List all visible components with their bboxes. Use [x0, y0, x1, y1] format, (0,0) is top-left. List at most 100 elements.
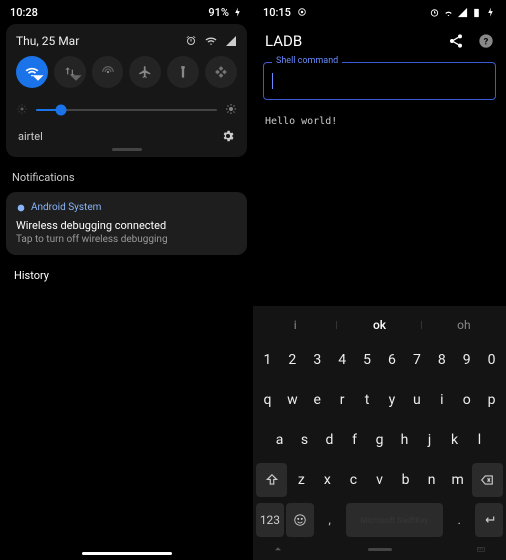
- qs-tile-data[interactable]: [54, 56, 86, 88]
- key-space[interactable]: Microsoft SwiftKey: [346, 503, 444, 537]
- key-q[interactable]: q: [256, 383, 279, 417]
- key-0[interactable]: 0: [480, 343, 503, 377]
- key-2[interactable]: 2: [281, 343, 304, 377]
- alarm-icon: [185, 35, 197, 47]
- shell-label: Shell command: [272, 56, 342, 66]
- qs-date: Thu, 25 Mar: [16, 34, 79, 48]
- history-button[interactable]: History: [0, 255, 253, 296]
- key-x[interactable]: x: [315, 463, 339, 497]
- status-time: 10:15: [263, 6, 291, 19]
- slider-thumb[interactable]: [56, 104, 67, 115]
- slider-track[interactable]: [36, 109, 217, 111]
- key-s[interactable]: s: [293, 423, 316, 457]
- svg-text:?: ?: [484, 36, 489, 47]
- bolt-icon: [485, 7, 496, 18]
- key-enter[interactable]: [475, 503, 503, 537]
- key-k[interactable]: k: [443, 423, 466, 457]
- key-shift[interactable]: [256, 463, 287, 497]
- status-time: 10:28: [10, 6, 38, 19]
- key-h[interactable]: h: [393, 423, 416, 457]
- signal-icon: [457, 7, 468, 18]
- key-period[interactable]: .: [445, 503, 473, 537]
- panel-handle[interactable]: [112, 148, 142, 151]
- key-6[interactable]: 6: [381, 343, 404, 377]
- phone-right-ladb: 10:15 LADB ? Shell command Hello world!: [253, 0, 506, 560]
- wifi-icon: [205, 35, 217, 47]
- key-n[interactable]: n: [420, 463, 444, 497]
- suggestion-bar: i ok oh: [253, 310, 506, 340]
- status-bar: 10:28 91%: [0, 0, 253, 24]
- bolt-icon: [232, 7, 243, 18]
- battery-icon: [471, 7, 482, 18]
- key-p[interactable]: p: [480, 383, 503, 417]
- key-e[interactable]: e: [306, 383, 329, 417]
- brightness-high-icon: [225, 100, 237, 119]
- key-z[interactable]: z: [289, 463, 313, 497]
- key-y[interactable]: y: [381, 383, 404, 417]
- status-icons: [429, 7, 496, 18]
- key-8[interactable]: 8: [430, 343, 453, 377]
- signal-icon: [225, 35, 237, 47]
- chevron-down-icon: [69, 71, 83, 85]
- key-o[interactable]: o: [455, 383, 478, 417]
- key-t[interactable]: t: [356, 383, 379, 417]
- key-j[interactable]: j: [418, 423, 441, 457]
- key-v[interactable]: v: [367, 463, 391, 497]
- key-i[interactable]: i: [430, 383, 453, 417]
- key-3[interactable]: 3: [306, 343, 329, 377]
- key-7[interactable]: 7: [405, 343, 428, 377]
- suggestion-mid[interactable]: ok: [337, 318, 421, 332]
- key-comma[interactable]: ,: [316, 503, 344, 537]
- key-9[interactable]: 9: [455, 343, 478, 377]
- key-row-bottom: 123 , Microsoft SwiftKey .: [253, 500, 506, 542]
- qs-tile-nearby[interactable]: [205, 56, 237, 88]
- key-l[interactable]: l: [468, 423, 491, 457]
- keyboard-collapse-icon[interactable]: [273, 544, 283, 554]
- qs-tile-hotspot[interactable]: [92, 56, 124, 88]
- status-bar: 10:15: [253, 0, 506, 24]
- key-emoji[interactable]: [286, 503, 314, 537]
- key-backspace[interactable]: [472, 463, 503, 497]
- notif-app-row: Android System: [16, 202, 237, 213]
- key-5[interactable]: 5: [356, 343, 379, 377]
- brightness-slider[interactable]: [16, 100, 237, 119]
- suggestion-left[interactable]: i: [253, 318, 337, 332]
- share-icon[interactable]: [448, 33, 464, 49]
- text-cursor: [272, 73, 273, 89]
- key-row-3: z x c v b n m: [253, 460, 506, 500]
- notification-card[interactable]: Android System Wireless debugging connec…: [6, 192, 247, 255]
- key-w[interactable]: w: [281, 383, 304, 417]
- key-r[interactable]: r: [331, 383, 354, 417]
- notif-app-name: Android System: [31, 202, 101, 213]
- qs-tiles: [16, 56, 237, 88]
- shell-command-input[interactable]: Shell command: [263, 62, 496, 100]
- key-d[interactable]: d: [318, 423, 341, 457]
- key-a[interactable]: a: [268, 423, 291, 457]
- phone-left-quicksettings: 10:28 91% Thu, 25 Mar: [0, 0, 253, 560]
- key-symbols[interactable]: 123: [256, 503, 284, 537]
- key-1[interactable]: 1: [256, 343, 279, 377]
- key-m[interactable]: m: [446, 463, 470, 497]
- settings-icon[interactable]: [221, 129, 235, 143]
- notif-title: Wireless debugging connected: [16, 219, 237, 232]
- key-c[interactable]: c: [341, 463, 365, 497]
- shell-output: Hello world!: [253, 110, 506, 133]
- nav-handle[interactable]: [368, 548, 392, 551]
- brightness-low-icon: [16, 100, 28, 119]
- key-row-numbers: 1 2 3 4 5 6 7 8 9 0: [253, 340, 506, 380]
- key-u[interactable]: u: [405, 383, 428, 417]
- key-g[interactable]: g: [368, 423, 391, 457]
- keyboard-switch-icon[interactable]: [476, 544, 486, 554]
- key-row-2: a s d f g h j k l: [253, 420, 506, 460]
- nav-handle[interactable]: [82, 552, 172, 555]
- qs-tile-flashlight[interactable]: [167, 56, 199, 88]
- key-4[interactable]: 4: [331, 343, 354, 377]
- key-f[interactable]: f: [343, 423, 366, 457]
- nav-bar: [253, 542, 506, 560]
- qs-tile-airplane[interactable]: [129, 56, 161, 88]
- app-title: LADB: [265, 32, 302, 50]
- qs-tile-wifi[interactable]: [16, 56, 48, 88]
- key-b[interactable]: b: [394, 463, 418, 497]
- suggestion-right[interactable]: oh: [422, 318, 506, 332]
- help-icon[interactable]: ?: [478, 33, 494, 49]
